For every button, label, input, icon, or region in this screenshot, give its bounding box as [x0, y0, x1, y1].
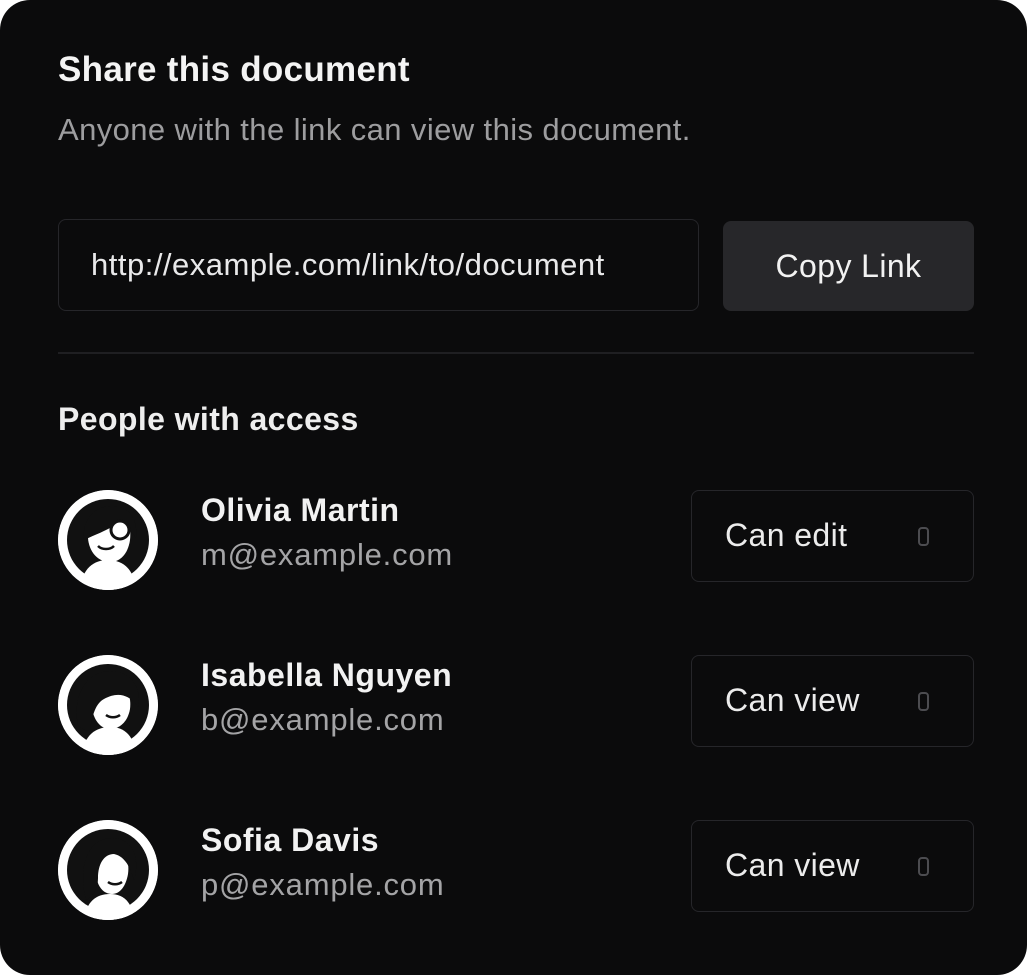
person-row-isabella-nguyen: Isabella Nguyen b@example.com Can view: [58, 655, 974, 755]
chevron-updown-icon: [918, 857, 929, 876]
dialog-subtitle: Anyone with the link can view this docum…: [58, 112, 691, 147]
copy-link-button[interactable]: Copy Link: [723, 221, 974, 311]
person-row-sofia-davis: Sofia Davis p@example.com Can view: [58, 820, 974, 920]
people-with-access-heading: People with access: [58, 401, 359, 437]
share-dialog: Share this document Anyone with the link…: [0, 0, 1027, 975]
woman-avatar-icon: [58, 490, 158, 590]
permission-value: Can view: [725, 682, 860, 718]
divider: [58, 352, 974, 354]
share-link-input[interactable]: [58, 219, 699, 311]
woman-avatar-icon: [58, 655, 158, 755]
person-name: Olivia Martin: [201, 492, 400, 528]
permission-value: Can view: [725, 847, 860, 883]
permission-value: Can edit: [725, 517, 848, 553]
woman-avatar-icon: [58, 820, 158, 920]
person-name: Sofia Davis: [201, 822, 380, 858]
dialog-title: Share this document: [58, 50, 410, 89]
chevron-updown-icon: [918, 527, 929, 546]
person-row-olivia-martin: Olivia Martin m@example.com Can edit: [58, 490, 974, 590]
person-email: m@example.com: [201, 537, 454, 572]
permission-select[interactable]: Can edit: [691, 490, 974, 582]
link-row: Copy Link: [58, 219, 974, 311]
person-email: p@example.com: [201, 867, 445, 902]
chevron-updown-icon: [918, 692, 929, 711]
person-name: Isabella Nguyen: [201, 657, 453, 693]
permission-select[interactable]: Can view: [691, 655, 974, 747]
person-email: b@example.com: [201, 702, 445, 737]
permission-select[interactable]: Can view: [691, 820, 974, 912]
